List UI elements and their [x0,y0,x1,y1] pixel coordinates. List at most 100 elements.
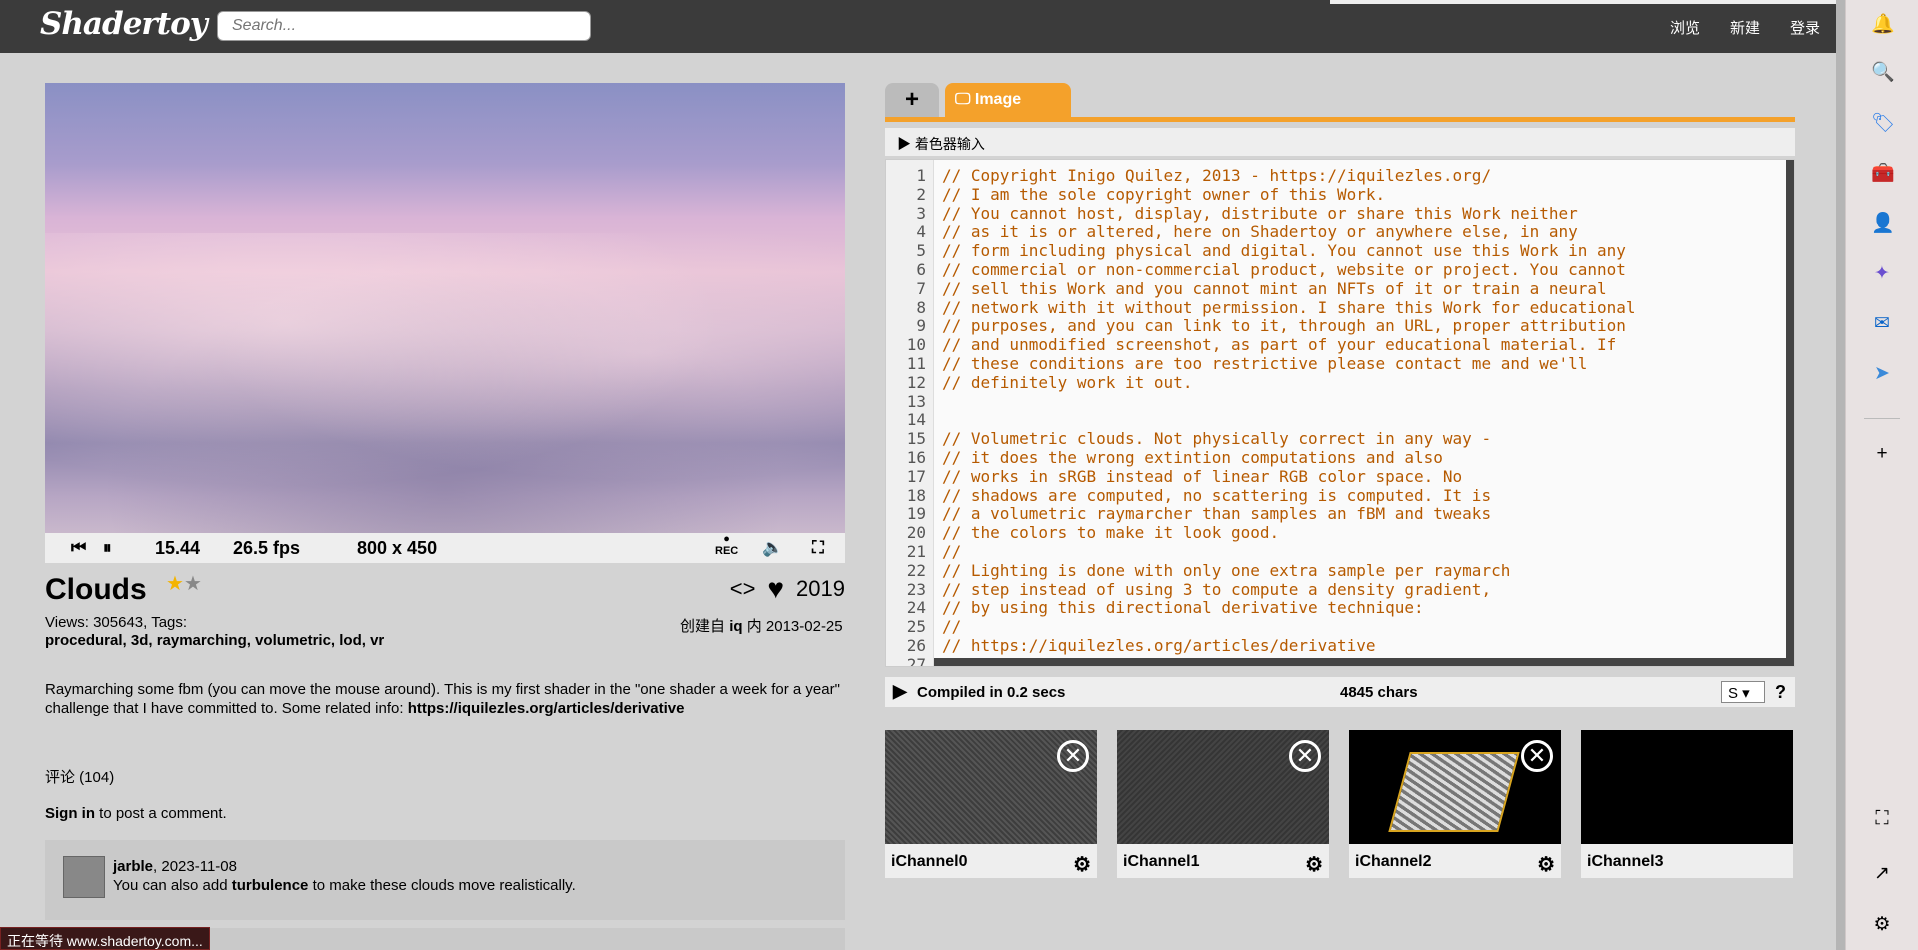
line-number: 11 [906,354,926,373]
add-tab-button[interactable]: + [885,83,939,119]
code-line[interactable]: 3 // You cannot host, display, distribute… [886,204,1786,223]
channel-2-label: iChannel2 ⚙ [1349,844,1561,878]
settings-gear-icon[interactable]: ⚙ [1871,914,1893,936]
channel-3-preview[interactable] [1581,730,1793,844]
code-line[interactable]: 11 // these conditions are too restrictiv… [886,354,1786,373]
compile-button[interactable]: ▶ [893,681,907,702]
fullscreen-icon[interactable]: ⛶ [812,538,824,558]
nav-login[interactable]: 登录 [1790,17,1820,38]
editor-vscrollbar[interactable] [1786,160,1794,666]
code-line[interactable]: 6 // commercial or non-commercial product… [886,260,1786,279]
author-link[interactable]: iq [729,618,742,635]
star-filled-icon[interactable]: ★ [166,573,184,595]
shader-inputs-toggle[interactable]: ▶ 着色器输入 [885,128,1795,156]
top-navbar: Shadertoy 浏览 新建 登录 [0,0,1845,53]
tab-image[interactable]: 🖵 Image [945,83,1071,119]
code-line[interactable]: 20 // the colors to make it look good. [886,523,1786,542]
code-text: // network with it without permission. I… [942,297,1636,317]
code-line[interactable]: 16 // it does the wrong extintion computa… [886,448,1786,467]
fps-readout: 26.5 fps [233,538,301,558]
line-number: 21 [906,542,926,561]
rating-stars[interactable]: ★★ [166,571,202,596]
search-input[interactable] [217,11,591,41]
code-line[interactable]: 13 [886,392,1786,411]
code-embed-icon[interactable]: <> [730,576,756,602]
shader-canvas[interactable] [45,83,845,533]
bell-icon[interactable]: 🔔 [1871,14,1895,36]
tags-list[interactable]: procedural, 3d, raymarching, volumetric,… [45,632,384,649]
code-line[interactable]: 19 // a volumetric raymarcher than sample… [886,504,1786,523]
channel-2[interactable]: ✕ iChannel2 ⚙ [1349,730,1561,878]
code-editor[interactable]: 1 // Copyright Inigo Quilez, 2013 - https… [885,159,1795,667]
channel-3-label: iChannel3 [1581,844,1793,878]
gear-icon[interactable]: ⚙ [1305,852,1323,877]
nav-links: 浏览 新建 登录 [1670,17,1820,38]
line-number: 25 [906,617,926,637]
code-line[interactable]: 9 // purposes, and you can link to it, th… [886,316,1786,335]
channel-1[interactable]: ✕ iChannel1 ⚙ [1117,730,1329,878]
line-number: 24 [906,598,926,618]
font-size-select[interactable]: S ▾ [1721,681,1765,703]
volume-icon[interactable]: 🔈 [762,538,783,558]
code-line[interactable]: 15 // Volumetric clouds. Not physically c… [886,429,1786,448]
editor-hscrollbar[interactable] [934,658,1794,666]
created-by: 创建自 iq 内 2013-02-25 [680,618,843,635]
outlook-icon[interactable]: ✉ [1871,313,1893,335]
created-date: 2013-02-25 [765,618,843,635]
code-line[interactable]: 7 // sell this Work and you cannot mint a… [886,279,1786,298]
compile-status: Compiled in 0.2 secs [917,684,1066,701]
channel-3[interactable]: iChannel3 [1581,730,1793,878]
gear-icon[interactable]: ⚙ [1073,852,1091,877]
code-text: // purposes, and you can link to it, thr… [942,316,1626,336]
cube-texture [1388,752,1520,832]
code-text: // commercial or non-commercial product,… [942,260,1626,279]
code-line[interactable]: 18 // shadows are computed, no scattering… [886,486,1786,505]
monitor-icon: 🖵 [955,91,975,108]
code-line[interactable]: 23 // step instead of using 3 to compute … [886,580,1786,599]
close-icon[interactable]: ✕ [1289,740,1321,772]
help-button[interactable]: ? [1775,682,1786,703]
code-line[interactable]: 21 // [886,542,1786,561]
code-text: // form including physical and digital. … [942,241,1626,261]
code-line[interactable]: 8 // network with it without permission. … [886,298,1786,317]
code-line[interactable]: 26 // https://iquilezles.org/articles/der… [886,636,1786,655]
heart-icon[interactable]: ♥ [767,573,784,605]
rewind-icon[interactable]: ⏮ [71,538,86,558]
code-line[interactable]: 14 [886,410,1786,429]
people-icon[interactable]: 👤 [1871,213,1895,235]
nav-new[interactable]: 新建 [1730,17,1760,38]
add-icon[interactable]: + [1871,443,1893,465]
channel-0[interactable]: ✕ iChannel0 ⚙ [885,730,1097,878]
code-line[interactable]: 24 // by using this directional derivativ… [886,598,1786,617]
code-line[interactable]: 12 // definitely work it out. [886,373,1786,392]
copilot-icon[interactable]: ✦ [1871,263,1893,285]
external-link-icon[interactable]: ↗ [1871,863,1893,885]
code-text: // works in sRGB instead of linear RGB c… [942,466,1463,486]
nav-browse[interactable]: 浏览 [1670,17,1700,38]
code-line[interactable]: 2 // I am the sole copyright owner of thi… [886,185,1786,204]
rec-button[interactable]: ● REC [715,533,738,557]
star-empty-icon[interactable]: ★ [184,573,202,595]
toolbox-icon[interactable]: 🧰 [1871,163,1895,185]
send-icon[interactable]: ➤ [1871,363,1893,385]
close-icon[interactable]: ✕ [1057,740,1089,772]
code-line[interactable]: 4 // as it is or altered, here on Shadert… [886,222,1786,241]
code-line[interactable]: 1 // Copyright Inigo Quilez, 2013 - https… [886,166,1786,185]
tag-icon[interactable]: 🏷 [1871,113,1895,135]
code-line[interactable]: 25 // [886,617,1786,636]
code-line[interactable]: 22 // Lighting is done with only one extr… [886,561,1786,580]
close-icon[interactable]: ✕ [1521,740,1553,772]
page-scrollbar[interactable] [1836,0,1845,950]
code-line[interactable]: 17 // works in sRGB instead of linear RGB… [886,467,1786,486]
screenshot-icon[interactable]: ⛶ [1871,808,1893,830]
code-line[interactable]: 5 // form including physical and digital.… [886,241,1786,260]
signin-link[interactable]: Sign in [45,805,95,822]
search-icon[interactable]: 🔍 [1871,62,1895,84]
description-link[interactable]: https://iquilezles.org/articles/derivati… [408,700,685,717]
line-number: 9 [916,316,926,336]
pause-icon[interactable]: ⏸ [103,538,112,558]
code-line[interactable]: 10 // and unmodified screenshot, as part … [886,335,1786,354]
gear-icon[interactable]: ⚙ [1537,852,1555,877]
code-text: // shadows are computed, no scattering i… [942,485,1492,505]
shadertoy-logo[interactable]: Shadertoy [40,6,208,42]
